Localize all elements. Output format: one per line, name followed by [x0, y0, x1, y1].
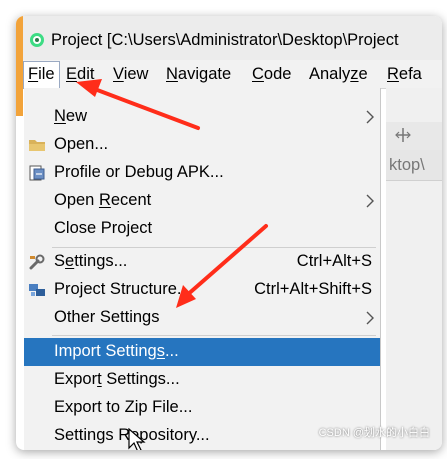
menu-refactor[interactable]: Refa [383, 61, 426, 87]
menu-item-export-zip[interactable]: Export to Zip File... [24, 394, 380, 422]
menu-item-label: Open... [54, 135, 109, 153]
menu-item-shortcut: Ctrl+Alt+S [296, 252, 372, 270]
chevron-right-icon [366, 311, 374, 325]
menu-item-export-settings[interactable]: Export Settings... [24, 366, 380, 394]
menu-item-shortcut: Ctrl+Alt+Shift+S [254, 280, 372, 298]
menu-item-label: Export to Zip File... [54, 398, 193, 416]
menu-item-label: Project Structure... [54, 280, 191, 298]
menu-navigate[interactable]: Navigate [162, 61, 235, 87]
splitter-icon[interactable] [394, 126, 412, 144]
menu-item-label: Close Project [54, 219, 153, 237]
menu-item-label: New [54, 107, 88, 125]
background-path-text: ktop\ [389, 156, 425, 174]
mouse-cursor-icon [128, 428, 146, 450]
menu-separator [52, 335, 376, 336]
menu-item-import-settings[interactable]: Import Settings... [24, 338, 380, 366]
editor-background: ktop\ [386, 88, 442, 450]
menu-item-close-project[interactable]: Close Project [24, 215, 380, 243]
menu-view[interactable]: View [109, 61, 152, 87]
menu-analyze[interactable]: Analyze [305, 61, 372, 87]
android-studio-icon [30, 33, 44, 47]
menu-item-other-settings[interactable]: Other Settings [24, 304, 380, 332]
menu-item-label: Open Recent [54, 191, 152, 209]
project-structure-icon [29, 284, 45, 296]
menu-item-label: Settings... [54, 252, 128, 270]
menu-bar: File Edit View Navigate Code Analyze Ref… [23, 60, 442, 89]
file-menu-dropdown: New Open... Profile or Debug APK... Open… [24, 88, 381, 450]
menu-item-open[interactable]: Open... [24, 131, 380, 159]
title-bar: Project [C:\Users\Administrator\Desktop\… [23, 16, 442, 60]
debug-apk-icon [29, 165, 45, 181]
window-title: Project [C:\Users\Administrator\Desktop\… [51, 31, 399, 49]
folder-icon [29, 140, 45, 151]
window-accent-edge [16, 16, 23, 116]
menu-item-open-recent[interactable]: Open Recent [24, 187, 380, 215]
menu-item-settings[interactable]: Settings... Ctrl+Alt+S [24, 248, 380, 276]
menu-item-profile-debug-apk[interactable]: Profile or Debug APK... [24, 159, 380, 187]
background-toolbar [386, 122, 442, 151]
screenshot-frame: Project [C:\Users\Administrator\Desktop\… [16, 16, 442, 450]
menu-item-label: Profile or Debug APK... [54, 163, 224, 181]
menu-item-label: Export Settings... [54, 370, 180, 388]
menu-edit[interactable]: Edit [62, 61, 98, 87]
menu-item-label: Import Settings... [54, 342, 179, 360]
chevron-right-icon [366, 110, 374, 124]
chevron-right-icon [366, 194, 374, 208]
background-path-tab: ktop\ [386, 150, 442, 181]
wrench-icon [29, 254, 45, 270]
menu-file[interactable]: File [23, 61, 60, 89]
menu-item-label: Other Settings [54, 308, 160, 326]
menu-item-new[interactable]: New [24, 103, 380, 131]
menu-code[interactable]: Code [248, 61, 295, 87]
menu-item-project-structure[interactable]: Project Structure... Ctrl+Alt+Shift+S [24, 276, 380, 304]
watermark-text: CSDN @划水的小白白 [318, 427, 430, 439]
